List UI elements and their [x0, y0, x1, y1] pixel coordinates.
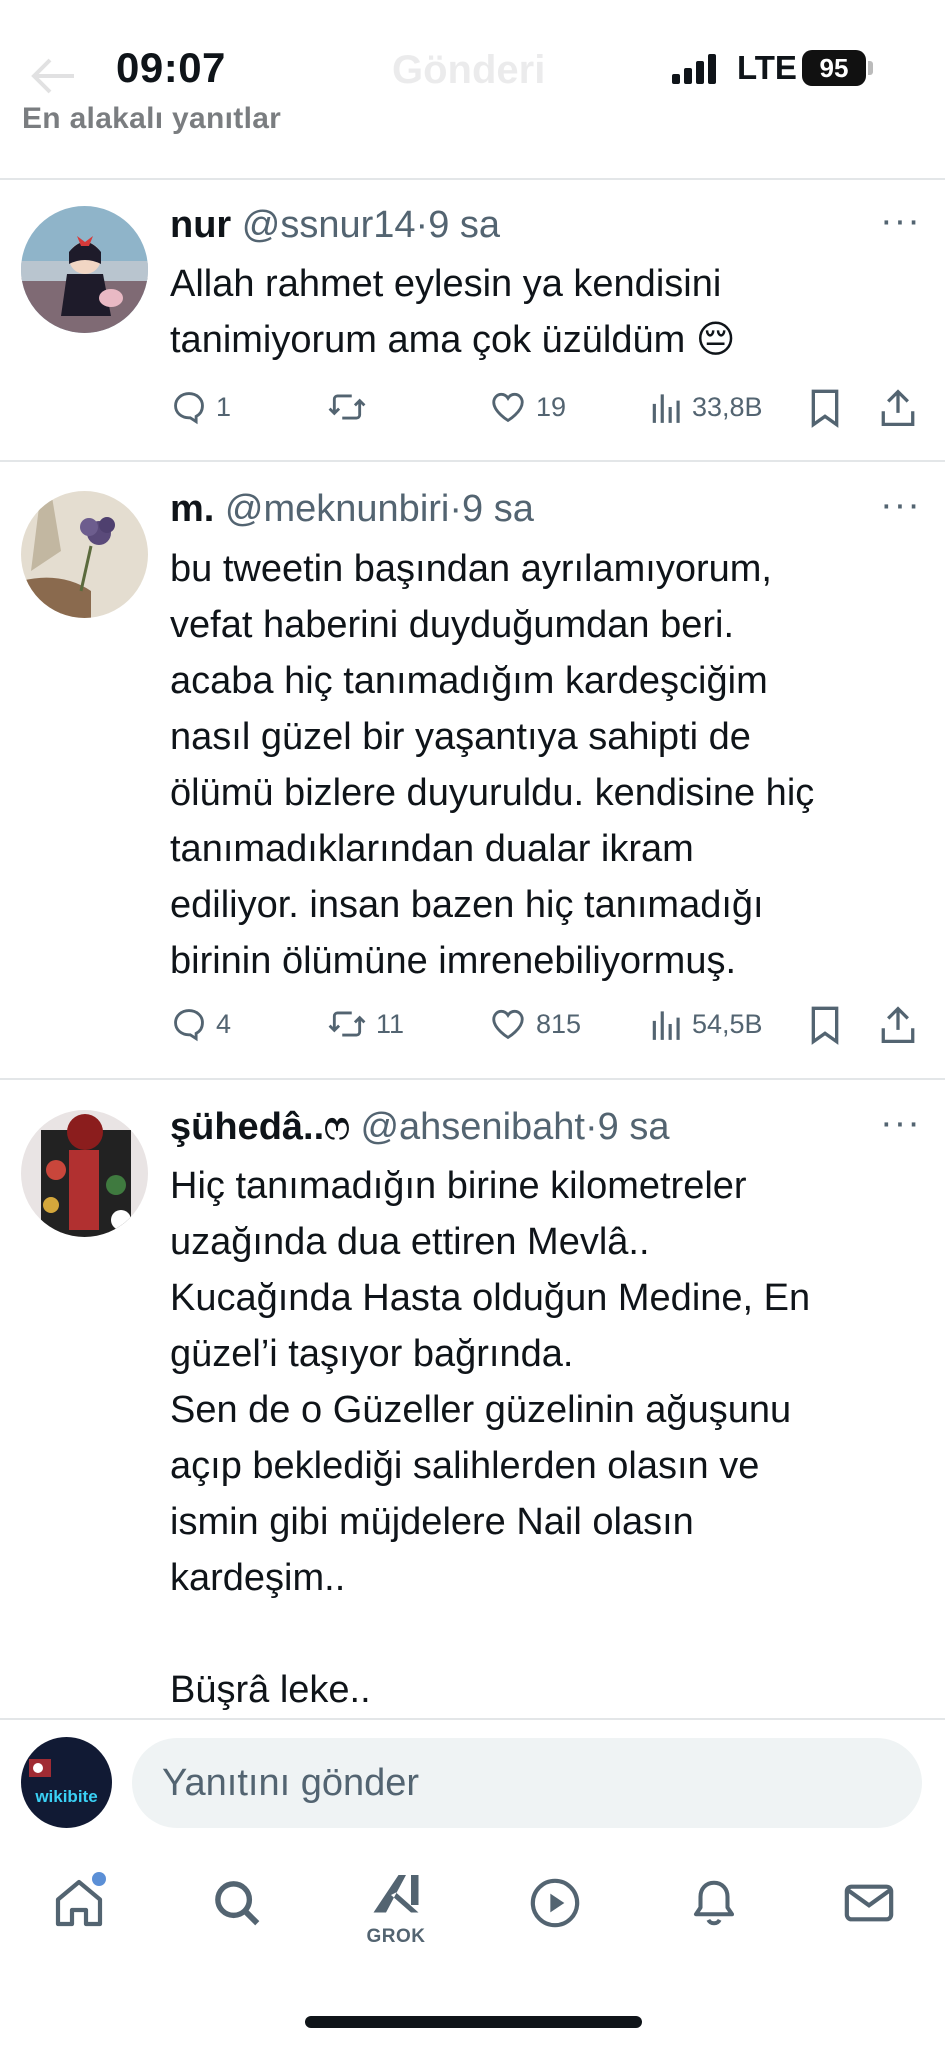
user-avatar[interactable]: wikibite — [21, 1737, 112, 1828]
reply-button[interactable]: 1 — [170, 388, 231, 426]
meta-separator: · — [415, 204, 429, 246]
meta-separator: · — [584, 1106, 598, 1148]
header-title: Gönderi — [392, 48, 546, 92]
more-options-button[interactable]: ··· — [880, 484, 921, 527]
views-count: 54,5B — [692, 1008, 763, 1039]
like-icon — [492, 1009, 524, 1040]
bookmark-button[interactable] — [808, 1005, 842, 1045]
top-bar: Gönderi En alakalı yanıtlar 09:07 LTE 95 — [0, 0, 945, 178]
reply-count: 4 — [216, 1008, 232, 1039]
reply-count: 1 — [216, 391, 232, 422]
tweet-text: Hiç tanımadığın birine kilometreler uzağ… — [170, 1165, 811, 1711]
nav-video[interactable] — [520, 1868, 590, 1938]
home-indicator — [305, 2016, 642, 2028]
repost-button[interactable]: 11 — [326, 1005, 404, 1043]
tweet-time: 9 sa — [428, 204, 501, 246]
reply-icon — [174, 392, 204, 425]
avatar[interactable] — [21, 1110, 148, 1237]
avatar-label: wikibite — [35, 1787, 98, 1806]
tweet-text: bu tweetin başından ayrılamıyorum, vefat… — [170, 548, 815, 982]
repost-button[interactable] — [326, 388, 376, 426]
repost-icon — [328, 1011, 366, 1037]
nav-search[interactable] — [202, 1868, 272, 1938]
tweet-time: 9 sa — [462, 488, 534, 530]
author-line: m. @meknunbiri·9 sa — [170, 488, 534, 531]
bookmark-button[interactable] — [808, 388, 842, 428]
avatar[interactable] — [21, 206, 148, 333]
nav-notifications[interactable] — [679, 1868, 749, 1938]
sort-label[interactable]: En alakalı yanıtlar — [22, 102, 281, 136]
views-button[interactable]: 54,5B — [650, 1005, 763, 1043]
repost-count: 11 — [376, 1008, 405, 1039]
views-button[interactable]: 33,8B — [650, 388, 763, 426]
author-handle[interactable]: @ssnur14 — [242, 204, 416, 246]
share-icon — [881, 1006, 915, 1043]
views-icon — [652, 1011, 680, 1040]
reply-button[interactable]: 4 — [170, 1005, 231, 1043]
like-icon — [492, 392, 524, 423]
network-label: LTE — [737, 49, 797, 86]
signal-icon — [672, 54, 722, 89]
bookmark-icon — [811, 1006, 839, 1045]
battery-tip — [868, 61, 873, 75]
author-name[interactable]: nur — [170, 204, 231, 246]
share-button[interactable] — [880, 388, 916, 428]
battery-icon: 95 — [802, 50, 866, 86]
tweet-text: Allah rahmet eylesin ya kendisini tanimi… — [170, 263, 736, 361]
author-line: şühedâ..ෆ @ahsenibaht·9 sa — [170, 1106, 669, 1149]
bookmark-icon — [811, 389, 839, 428]
views-count: 33,8B — [692, 391, 763, 422]
like-count: 19 — [536, 391, 567, 422]
video-icon — [530, 1878, 580, 1928]
views-icon — [652, 394, 680, 423]
author-handle[interactable]: @meknunbiri — [225, 488, 449, 530]
more-options-button[interactable]: ··· — [880, 1102, 921, 1145]
share-button[interactable] — [880, 1005, 916, 1045]
grok-label: GROK — [366, 1926, 426, 1947]
like-button[interactable]: 19 — [488, 388, 566, 426]
nav-messages[interactable] — [834, 1868, 904, 1938]
author-handle[interactable]: @ahsenibaht — [360, 1106, 585, 1148]
divider — [0, 460, 945, 462]
author-line: nur @ssnur14·9 sa — [170, 204, 500, 247]
back-arrow-icon[interactable] — [28, 56, 78, 101]
grok-icon — [373, 1875, 419, 1913]
bell-icon — [693, 1880, 735, 1926]
mail-icon — [844, 1884, 894, 1922]
author-name[interactable]: m. — [170, 488, 214, 530]
avatar[interactable] — [21, 491, 148, 618]
divider — [0, 1078, 945, 1080]
reply-input[interactable] — [132, 1738, 922, 1828]
repost-icon — [328, 394, 366, 420]
tweet-time: 9 sa — [597, 1106, 670, 1148]
notification-dot — [92, 1872, 106, 1886]
tweet-actions: 4 11 815 54,5B — [0, 1005, 945, 1049]
more-options-button[interactable]: ··· — [880, 200, 921, 243]
author-name[interactable]: şühedâ..ෆ — [170, 1106, 350, 1148]
like-count: 815 — [536, 1008, 582, 1039]
status-time: 09:07 — [116, 44, 226, 91]
share-icon — [881, 389, 915, 426]
meta-separator: · — [449, 488, 463, 530]
like-button[interactable]: 815 — [488, 1005, 581, 1043]
search-icon — [215, 1881, 260, 1926]
nav-grok[interactable] — [361, 1860, 431, 1930]
divider — [0, 178, 945, 180]
tweet-actions: 1 19 33,8B — [0, 388, 945, 432]
reply-icon — [174, 1009, 204, 1042]
